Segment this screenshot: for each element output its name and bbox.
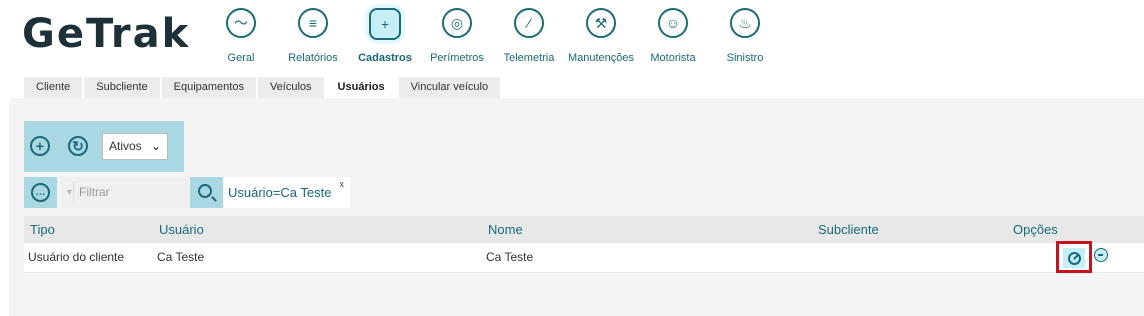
refresh-icon: ↻ xyxy=(72,138,84,154)
tab-usuarios[interactable]: Usuários xyxy=(325,77,397,98)
nav-item-perimetros[interactable]: ◎ Perímetros xyxy=(421,8,493,64)
nav-label: Geral xyxy=(227,52,255,64)
status-select-value: Ativos xyxy=(109,139,142,153)
add-button[interactable]: + xyxy=(30,136,50,156)
nav-label: Manutenções xyxy=(567,52,635,64)
filter-chip[interactable]: Usuário=Ca Teste x xyxy=(224,177,350,208)
remove-button[interactable] xyxy=(1094,248,1108,262)
search-button[interactable] xyxy=(190,177,223,208)
plus-icon: + xyxy=(35,138,45,154)
status-select[interactable]: Ativos ⌄ xyxy=(102,133,168,160)
add-folder-icon: + xyxy=(369,8,401,40)
tab-veiculos[interactable]: Veículos xyxy=(257,77,324,98)
search-icon xyxy=(198,184,212,198)
chip-close-icon[interactable]: x xyxy=(340,169,345,200)
nav-label: Cadastros xyxy=(358,52,412,64)
tab-cliente[interactable]: Cliente xyxy=(24,77,83,98)
nav-item-motorista[interactable]: ☺ Motorista xyxy=(637,8,709,64)
filter-placeholder: Filtrar xyxy=(79,185,110,199)
compass-icon: ⁄ xyxy=(514,8,544,38)
cell-tipo: Usuário do cliente xyxy=(28,250,125,264)
column-header-tipo[interactable]: Tipo xyxy=(30,216,55,243)
dashboard-icon: 〜 xyxy=(226,8,256,38)
tab-equipamentos[interactable]: Equipamentos xyxy=(161,77,256,98)
cell-nome: Ca Teste xyxy=(486,250,534,264)
column-header-opcoes: Opções xyxy=(1013,222,1058,237)
driver-icon: ☺ xyxy=(658,8,688,38)
edit-button[interactable] xyxy=(1056,241,1092,273)
tab-vincular-veiculo[interactable]: Vincular veículo xyxy=(398,77,501,98)
divider xyxy=(73,181,74,204)
filter-chip-label: Usuário=Ca Teste xyxy=(228,185,332,200)
table-row[interactable]: Usuário do cliente Ca Teste Ca Teste xyxy=(24,241,1144,273)
nav-item-telemetria[interactable]: ⁄ Telemetria xyxy=(493,8,565,64)
subnav-tabs: Cliente Subcliente Equipamentos Veículos… xyxy=(24,77,502,98)
nav-label: Relatórios xyxy=(288,52,338,64)
target-icon: ◎ xyxy=(442,8,472,38)
toolbar: + ↻ Ativos ⌄ xyxy=(24,121,184,172)
column-header-usuario[interactable]: Usuário xyxy=(159,216,204,243)
nav-item-geral[interactable]: 〜 Geral xyxy=(205,8,277,64)
nav-item-sinistro[interactable]: ♨ Sinistro xyxy=(709,8,781,64)
alarm-icon: ♨ xyxy=(730,8,760,38)
nav-label: Motorista xyxy=(650,52,696,64)
users-table: Tipo Usuário Nome Subcliente Opções Usuá… xyxy=(24,216,1144,273)
nav-label: Perímetros xyxy=(430,52,484,64)
chevron-down-icon: ⌄ xyxy=(150,139,161,153)
filter-options-button[interactable]: … xyxy=(24,177,57,208)
nav-label: Sinistro xyxy=(726,52,764,64)
column-header-nome[interactable]: Nome xyxy=(488,216,523,243)
tab-subcliente[interactable]: Subcliente xyxy=(84,77,160,98)
getrak-logo: GeTrak xyxy=(22,11,191,57)
column-header-subcliente[interactable]: Subcliente xyxy=(818,216,879,243)
table-header: Tipo Usuário Nome Subcliente Opções xyxy=(24,216,1144,243)
nav-item-cadastros[interactable]: + Cadastros xyxy=(349,8,421,64)
wrench-icon: ⚒ xyxy=(586,8,616,38)
refresh-button[interactable]: ↻ xyxy=(68,136,88,156)
cell-usuario: Ca Teste xyxy=(157,250,205,264)
nav-item-relatorios[interactable]: ≡ Relatórios xyxy=(277,8,349,64)
nav-item-manutencoes[interactable]: ⚒ Manutenções xyxy=(565,8,637,64)
more-icon: … xyxy=(31,183,50,202)
edit-icon xyxy=(1067,251,1081,265)
report-icon: ≡ xyxy=(298,8,328,38)
edit-icon-bg xyxy=(1063,248,1085,268)
nav-label: Telemetria xyxy=(503,52,555,64)
